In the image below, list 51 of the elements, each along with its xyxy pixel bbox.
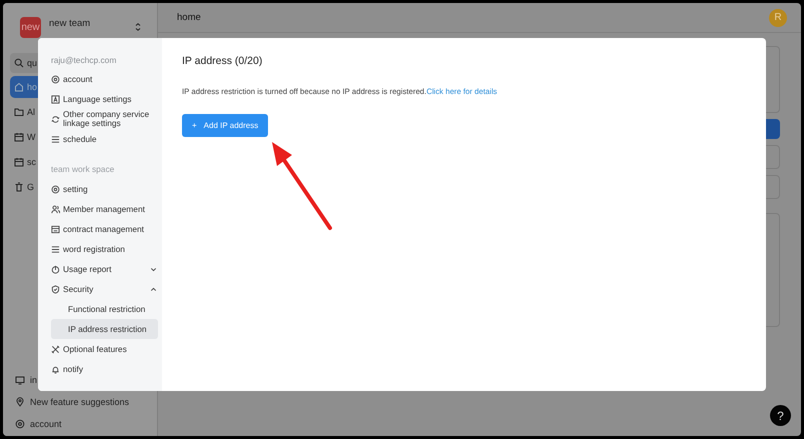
- refresh-icon: [51, 114, 60, 124]
- search-field[interactable]: qu: [10, 53, 38, 73]
- nav-item[interactable]: G: [10, 176, 36, 198]
- menu-item[interactable]: setting: [51, 179, 158, 199]
- nav-item[interactable]: sc: [10, 151, 37, 173]
- gear-icon: [51, 184, 60, 194]
- section-heading: IP address (0/20): [182, 55, 264, 67]
- menu-item[interactable]: Member management: [51, 199, 158, 219]
- page-title: home: [177, 12, 201, 23]
- team-logo: new: [20, 16, 41, 38]
- pin-icon: [15, 397, 25, 407]
- footer-item[interactable]: account: [15, 415, 62, 433]
- home-icon: [14, 82, 24, 92]
- card-icon: [51, 224, 60, 234]
- list-icon: [51, 134, 60, 144]
- calendar-icon: [14, 132, 24, 142]
- nav-item[interactable]: Al: [10, 101, 36, 123]
- menu-item[interactable]: Other company service linkage settings: [51, 109, 158, 129]
- gear-icon: [51, 74, 60, 84]
- menu-item[interactable]: Usage report: [51, 259, 158, 279]
- footer-item[interactable]: in: [15, 371, 38, 389]
- menu-item[interactable]: Security: [51, 279, 158, 299]
- nav-item[interactable]: W: [10, 126, 36, 148]
- folder-icon: [14, 107, 24, 117]
- team-name: new team: [49, 18, 92, 28]
- search-icon: [14, 58, 24, 68]
- menu-item[interactable]: notify: [51, 359, 158, 379]
- menu-item[interactable]: schedule: [51, 129, 158, 149]
- menu-item[interactable]: account: [51, 69, 158, 89]
- menu-item[interactable]: contract management: [51, 219, 158, 239]
- updown-icon: [133, 22, 143, 32]
- menu-item[interactable]: IP address restriction: [51, 319, 158, 339]
- footer-item[interactable]: New feature suggestions: [15, 393, 130, 411]
- shield-icon: [51, 284, 60, 294]
- language-icon: [51, 94, 60, 104]
- help-button[interactable]: ?: [770, 405, 791, 426]
- menu-item[interactable]: Language settings: [51, 89, 158, 109]
- account-email: raju@techcp.com: [51, 54, 118, 67]
- menu-item[interactable]: Optional features: [51, 339, 158, 359]
- bell-icon: [51, 364, 60, 374]
- gear-icon: [15, 419, 25, 429]
- people-icon: [51, 204, 60, 214]
- calendar-icon: [14, 157, 24, 167]
- menu-item[interactable]: Functional restriction: [51, 299, 158, 319]
- power-icon: [51, 264, 60, 274]
- monitor-icon: [15, 375, 25, 385]
- list-icon: [51, 244, 60, 254]
- trash-icon: [14, 182, 24, 192]
- section-title: team work space: [51, 163, 116, 176]
- tools-icon: [51, 344, 60, 354]
- menu-item[interactable]: word registration: [51, 239, 158, 259]
